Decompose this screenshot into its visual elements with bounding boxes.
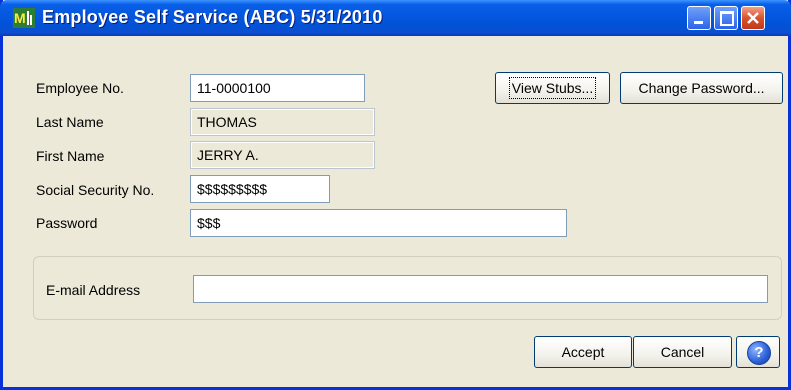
minimize-button[interactable]: [687, 6, 711, 30]
password-field[interactable]: $$$: [190, 209, 567, 237]
employee-no-label: Employee No.: [36, 80, 124, 96]
close-icon: [747, 12, 759, 24]
cancel-button[interactable]: Cancel: [633, 336, 732, 368]
cancel-label: Cancel: [660, 344, 705, 360]
first-name-field: JERRY A.: [190, 141, 375, 169]
employee-no-field[interactable]: 11-0000100: [190, 74, 365, 102]
maximize-icon: [720, 11, 734, 26]
change-password-button[interactable]: Change Password...: [620, 72, 783, 104]
email-label: E-mail Address: [46, 282, 141, 298]
ssn-field[interactable]: $$$$$$$$$: [190, 175, 330, 203]
accept-button[interactable]: Accept: [534, 336, 632, 368]
view-stubs-label: View Stubs...: [508, 77, 597, 99]
ssn-label: Social Security No.: [36, 182, 155, 198]
window-title: Employee Self Service (ABC) 5/31/2010: [42, 7, 383, 27]
email-field[interactable]: [193, 275, 768, 303]
help-button[interactable]: ?: [736, 336, 780, 368]
last-name-field: THOMAS: [190, 108, 375, 136]
view-stubs-button[interactable]: View Stubs...: [495, 72, 610, 104]
employee-self-service-window: M Employee Self Service (ABC) 5/31/2010 …: [0, 0, 791, 390]
password-label: Password: [36, 215, 98, 231]
first-name-label: First Name: [36, 148, 105, 164]
last-name-label: Last Name: [36, 114, 104, 130]
svg-text:M: M: [14, 10, 26, 26]
accept-label: Accept: [561, 344, 605, 360]
title-bar[interactable]: M Employee Self Service (ABC) 5/31/2010: [0, 0, 791, 36]
minimize-icon: [694, 21, 703, 24]
close-button[interactable]: [741, 6, 765, 30]
help-icon: ?: [747, 341, 771, 365]
change-password-label: Change Password...: [638, 80, 765, 96]
mas90-app-icon: M: [13, 8, 35, 28]
maximize-button[interactable]: [714, 6, 738, 30]
